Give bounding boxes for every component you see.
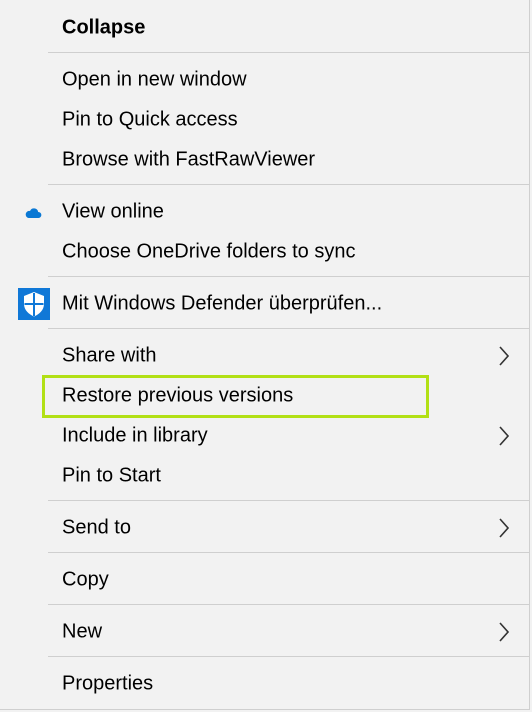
menu-item-browse-with-fastrawviewer[interactable]: Browse with FastRawViewer xyxy=(0,140,530,180)
chevron-right-icon xyxy=(498,346,510,366)
menu-item-label: Mit Windows Defender überprüfen... xyxy=(62,292,383,315)
menu-separator xyxy=(48,604,529,605)
menu-item-view-online[interactable]: View online xyxy=(0,192,530,232)
context-menu: Collapse Open in new window Pin to Quick… xyxy=(0,0,530,710)
windows-defender-shield-icon xyxy=(18,288,50,320)
menu-separator xyxy=(48,328,529,329)
menu-item-send-to[interactable]: Send to xyxy=(0,508,530,548)
chevron-right-icon xyxy=(498,518,510,538)
menu-item-windows-defender-scan[interactable]: Mit Windows Defender überprüfen... xyxy=(0,284,530,324)
menu-item-label: Collapse xyxy=(62,16,146,39)
menu-item-open-in-new-window[interactable]: Open in new window xyxy=(0,60,530,100)
menu-item-pin-to-quick-access[interactable]: Pin to Quick access xyxy=(0,100,530,140)
menu-separator xyxy=(48,656,529,657)
menu-item-share-with[interactable]: Share with xyxy=(0,336,530,376)
menu-item-choose-onedrive-folders[interactable]: Choose OneDrive folders to sync xyxy=(0,232,530,272)
menu-item-label: Browse with FastRawViewer xyxy=(62,148,316,171)
chevron-right-icon xyxy=(498,426,510,446)
highlight-box xyxy=(42,375,429,418)
menu-item-label: New xyxy=(62,620,103,643)
menu-item-label: Copy xyxy=(62,568,109,591)
menu-separator xyxy=(48,276,529,277)
menu-item-label: Pin to Quick access xyxy=(62,108,238,131)
menu-item-label: Share with xyxy=(62,344,157,367)
menu-item-collapse[interactable]: Collapse xyxy=(0,8,530,48)
menu-item-label: View online xyxy=(62,200,164,223)
chevron-right-icon xyxy=(498,622,510,642)
menu-item-label: Include in library xyxy=(62,424,208,447)
menu-item-label: Properties xyxy=(62,672,154,695)
menu-item-pin-to-start[interactable]: Pin to Start xyxy=(0,456,530,496)
menu-item-copy[interactable]: Copy xyxy=(0,560,530,600)
menu-separator xyxy=(48,52,529,53)
menu-separator xyxy=(48,184,529,185)
menu-item-new[interactable]: New xyxy=(0,612,530,652)
menu-separator xyxy=(48,552,529,553)
menu-item-label: Send to xyxy=(62,516,131,539)
menu-item-properties[interactable]: Properties xyxy=(0,664,530,704)
menu-item-include-in-library[interactable]: Include in library xyxy=(0,416,530,456)
menu-separator xyxy=(48,500,529,501)
cloud-icon xyxy=(24,206,42,218)
menu-item-label: Open in new window xyxy=(62,68,247,91)
menu-item-label: Choose OneDrive folders to sync xyxy=(62,240,356,263)
menu-item-label: Pin to Start xyxy=(62,464,161,487)
